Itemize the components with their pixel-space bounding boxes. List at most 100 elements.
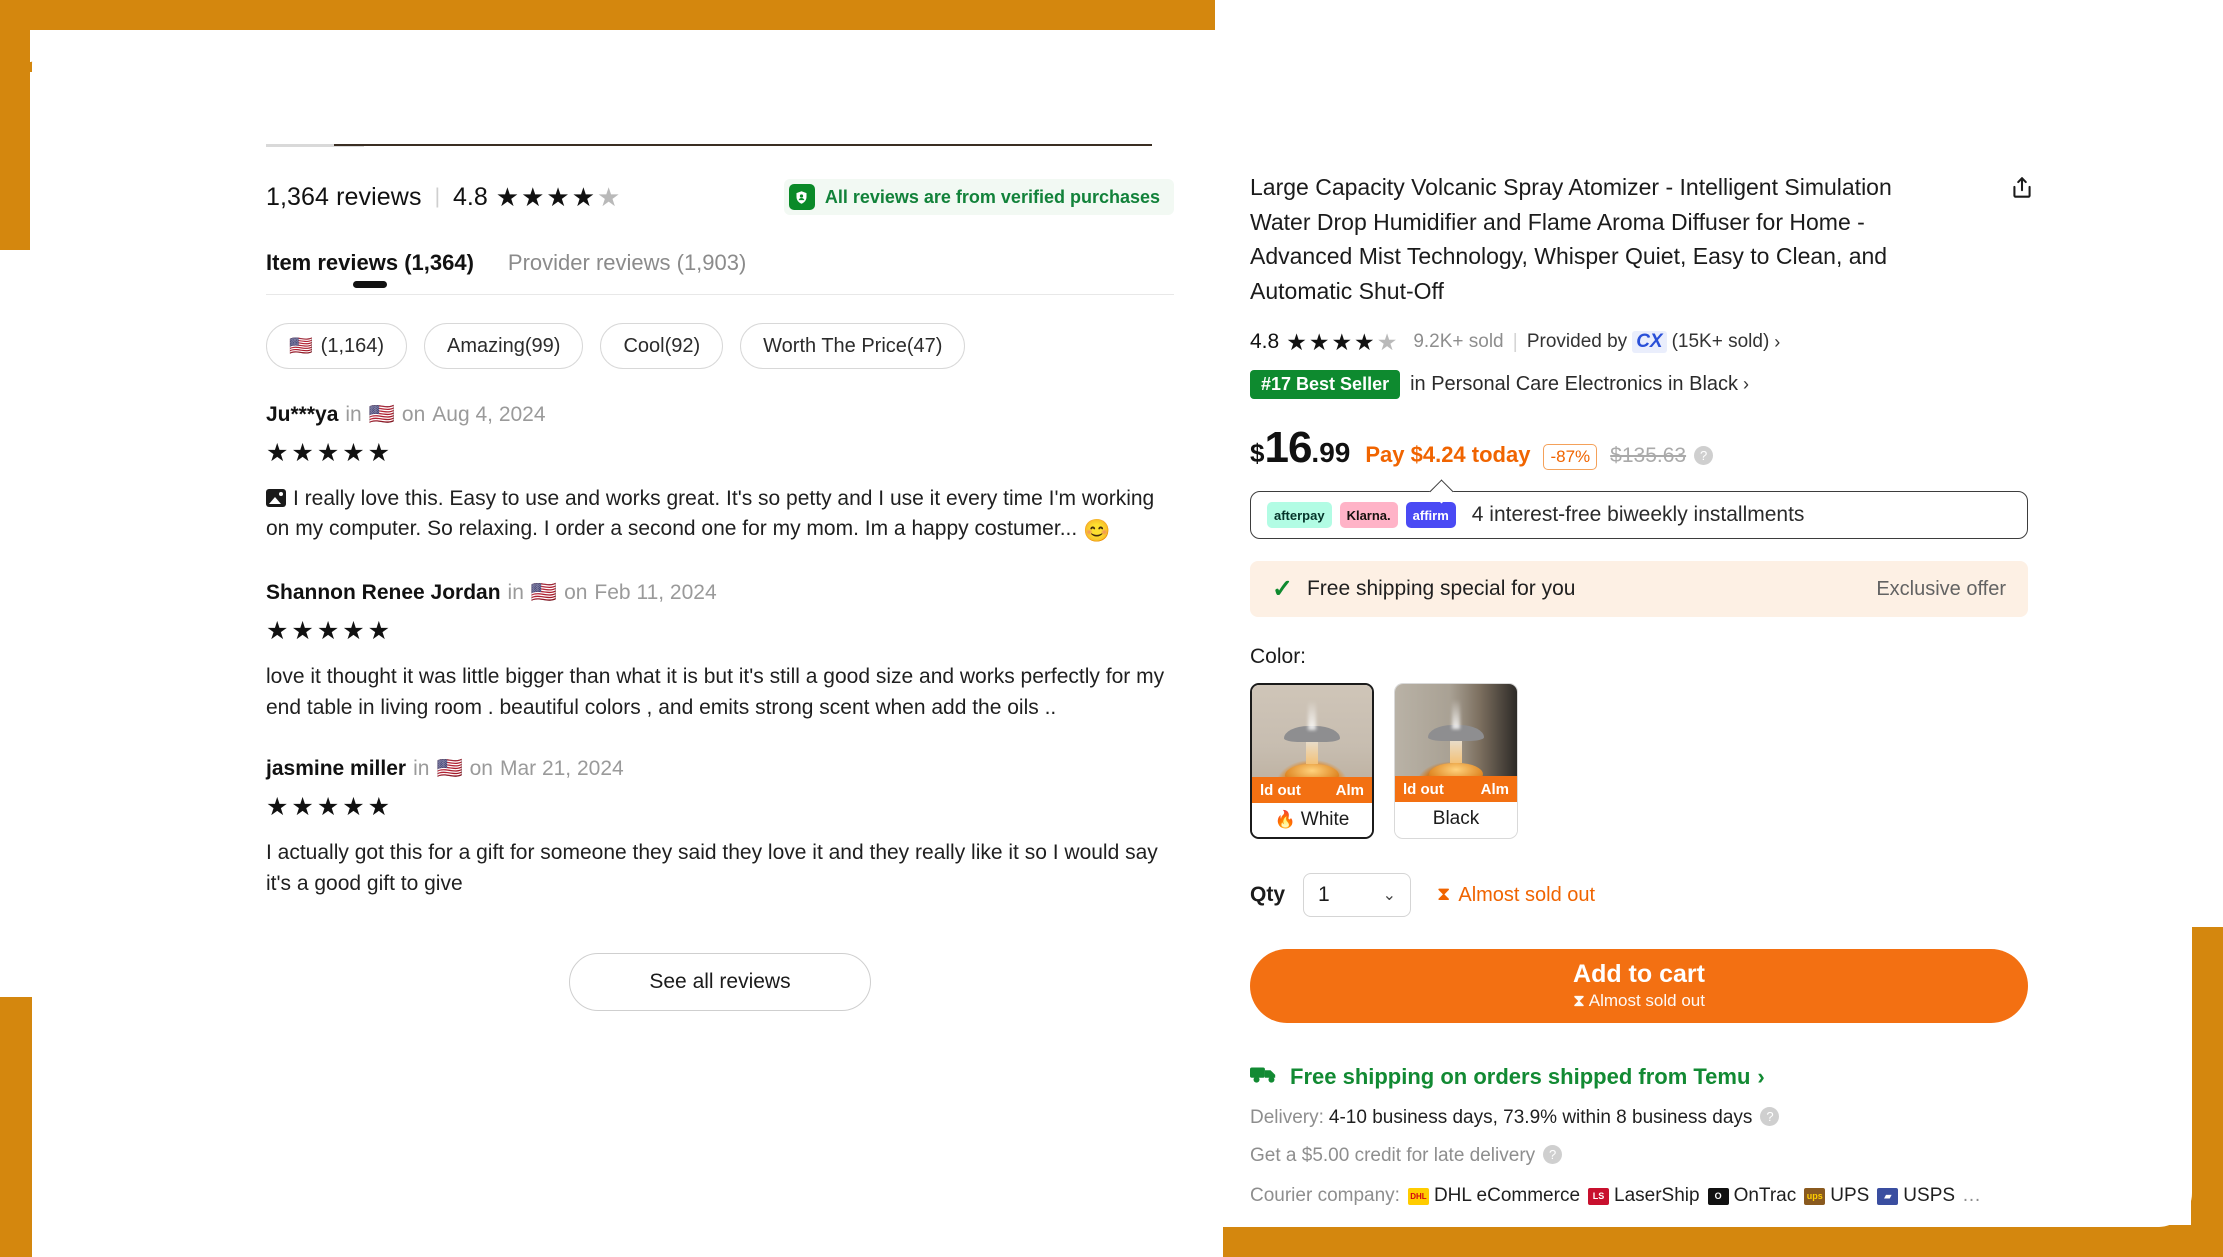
bestseller-category: in Personal Care Electronics in Black: [1410, 373, 1739, 395]
us-flag-icon: 🇺🇸: [289, 335, 313, 357]
swatch-image-white: ld out Alm: [1252, 685, 1372, 803]
swatch-marquee-left: ld out: [1260, 781, 1301, 799]
review-date: Feb 11, 2024: [594, 581, 717, 605]
courier-usps-label: USPS: [1903, 1185, 1956, 1206]
bestseller-badge: #17 Best Seller: [1250, 370, 1401, 399]
quantity-value: 1: [1318, 883, 1330, 906]
decor-right-bar: [2191, 927, 2223, 1257]
review-in-label: in: [507, 581, 524, 605]
review-text: I actually got this for a gift for someo…: [266, 841, 1158, 895]
courier-row: Courier company: DHL DHL eCommerce LS La…: [1250, 1185, 2040, 1207]
swatch-marquee-right: Alm: [1335, 781, 1364, 799]
reviewer-country-flag-icon: 🇺🇸: [368, 403, 395, 426]
question-mark-icon[interactable]: ?: [1760, 1106, 1780, 1126]
review-text: love it thought it was little bigger tha…: [266, 665, 1165, 719]
chip-cool[interactable]: Cool(92): [600, 323, 724, 369]
product-rating-stars: ★★★★★: [1286, 328, 1400, 355]
delivery-label: Delivery:: [1250, 1107, 1324, 1128]
late-delivery-credit-row: Get a $5.00 credit for late delivery ?: [1250, 1144, 2040, 1167]
installments-box[interactable]: afterpay Klarna. affirm 4 interest-free …: [1250, 491, 2028, 539]
courier-ellipsis: …: [1962, 1185, 1982, 1206]
reviews-panel: 1,364 reviews | 4.8 ★★★★★ All reviews ar…: [234, 130, 1174, 1012]
check-icon: ✓: [1272, 575, 1293, 603]
swatch-marquee-white: ld out Alm: [1252, 777, 1372, 803]
free-shipping-temu-row[interactable]: Free shipping on orders shipped from Tem…: [1250, 1063, 2040, 1091]
review-stars: ★★★★★: [266, 793, 394, 822]
swatch-marquee-right: Alm: [1480, 780, 1509, 798]
verified-purchases-text: All reviews are from verified purchases: [824, 186, 1160, 207]
tab-item-reviews[interactable]: Item reviews (1,364): [266, 250, 474, 288]
quantity-select[interactable]: 1 ⌄: [1303, 873, 1412, 917]
swatch-image-black: ld out Alm: [1395, 684, 1517, 802]
courier-ontrac: O OnTrac: [1707, 1185, 1797, 1207]
review-date: Aug 4, 2024: [432, 403, 546, 426]
reviewer-name: jasmine miller: [266, 757, 407, 781]
product-panel: Large Capacity Volcanic Spray Atomizer -…: [1250, 170, 2040, 1207]
reviewer-name: Ju***ya: [266, 403, 339, 426]
courier-ontrac-label: OnTrac: [1733, 1185, 1797, 1206]
hourglass-icon: ⧗: [1573, 991, 1585, 1011]
bestseller-row[interactable]: #17 Best Seller in Personal Care Electro…: [1250, 370, 2040, 399]
tabs-divider: [266, 294, 1174, 295]
shipping-info-block: Free shipping on orders shipped from Tem…: [1250, 1063, 2040, 1207]
price-decimal: .99: [1311, 437, 1351, 468]
review-stars: ★★★★★: [266, 439, 394, 467]
color-swatch-white[interactable]: ld out Alm 🔥 White: [1250, 683, 1374, 839]
question-mark-icon[interactable]: ?: [1543, 1144, 1563, 1164]
exclusive-offer-label: Exclusive offer: [1876, 577, 2006, 600]
summary-separator: |: [434, 185, 441, 208]
review-header: jasmine miller in 🇺🇸 on Mar 21, 2024: [266, 757, 1174, 781]
product-sold-count: 9.2K+ sold: [1413, 331, 1504, 352]
tab-provider-reviews[interactable]: Provider reviews (1,903): [508, 250, 746, 288]
decor-bottom-bar: [1223, 1225, 2223, 1257]
review-tabs: Item reviews (1,364) Provider reviews (1…: [234, 248, 1174, 288]
product-rating-value: 4.8: [1250, 330, 1280, 353]
humidifier-illustration: [1284, 700, 1340, 783]
courier-usps: ▰ USPS: [1877, 1185, 1955, 1207]
courier-label: Courier company:: [1250, 1185, 1400, 1206]
swatch-name-white-row: 🔥 White: [1252, 803, 1372, 837]
review-photo-icon[interactable]: [266, 489, 286, 507]
review-in-label: in: [413, 757, 430, 781]
provider-sold-count: (15K+ sold): [1671, 331, 1770, 352]
color-label: Color:: [1250, 645, 1307, 668]
reviewer-name: Shannon Renee Jordan: [266, 581, 501, 605]
free-shipping-text: Free shipping special for you: [1306, 577, 1576, 600]
courier-dhl-label: DHL eCommerce: [1433, 1185, 1581, 1206]
color-swatches: ld out Alm 🔥 White ld out Alm Black: [1250, 683, 2040, 839]
price-row: $ 16 .99 Pay $4.24 today -87% $135.63 ?: [1250, 423, 2040, 473]
dhl-logo-icon: DHL: [1407, 1187, 1429, 1205]
swatch-name-white: White: [1300, 809, 1350, 830]
add-to-cart-button[interactable]: Add to cart ⧗ Almost sold out: [1250, 949, 2028, 1023]
original-price: $135.63: [1610, 444, 1687, 467]
provider-logo[interactable]: CX: [1632, 331, 1667, 353]
price-currency: $: [1250, 438, 1265, 468]
delivery-row: Delivery: 4-10 business days, 73.9% with…: [1250, 1106, 2040, 1129]
lasership-logo-icon: LS: [1588, 1187, 1610, 1205]
afterpay-logo-icon: afterpay: [1267, 502, 1332, 528]
product-rating-row: 4.8 ★★★★★ 9.2K+ sold | Provided by CX (1…: [1250, 330, 2040, 354]
reviewer-country-flag-icon: 🇺🇸: [530, 581, 558, 605]
affirm-logo-icon: affirm: [1405, 502, 1456, 528]
review-on-label: on: [564, 581, 588, 605]
chip-amazing[interactable]: Amazing(99): [424, 323, 584, 369]
price-integer: 16: [1264, 423, 1312, 472]
review-date: Mar 21, 2024: [499, 757, 624, 781]
chip-country[interactable]: 🇺🇸 (1,164): [266, 323, 408, 369]
provider-chevron-icon[interactable]: ›: [1774, 332, 1780, 353]
decor-left-bar: [0, 0, 30, 250]
see-all-reviews-button[interactable]: See all reviews: [569, 953, 871, 1012]
product-title: Large Capacity Volcanic Spray Atomizer -…: [1250, 174, 1892, 304]
swatch-marquee-left: ld out: [1403, 780, 1444, 798]
decor-bottom-left-bar: [0, 997, 32, 1257]
question-mark-icon[interactable]: ?: [1694, 446, 1714, 465]
review-header: Shannon Renee Jordan in 🇺🇸 on Feb 11, 20…: [266, 581, 1174, 605]
stock-warning: ⧗ Almost sold out: [1437, 884, 1595, 907]
chip-worth-the-price[interactable]: Worth The Price(47): [740, 323, 966, 369]
color-swatch-black[interactable]: ld out Alm Black: [1394, 683, 1518, 839]
swatch-name-black-row: Black: [1395, 802, 1517, 836]
share-icon[interactable]: [2004, 170, 2040, 206]
flame-icon: 🔥: [1274, 810, 1296, 829]
product-title-row: Large Capacity Volcanic Spray Atomizer -…: [1250, 170, 2040, 308]
humidifier-illustration: [1428, 699, 1484, 782]
